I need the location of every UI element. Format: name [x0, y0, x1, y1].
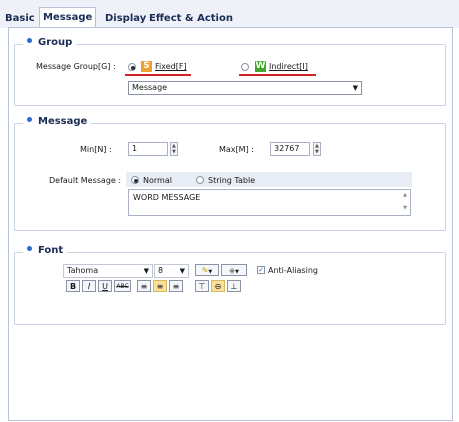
- align-center-button[interactable]: ≡: [153, 280, 167, 292]
- bullet-icon: [27, 38, 32, 43]
- scroll-up-icon[interactable]: ▲: [403, 192, 407, 198]
- underline-button[interactable]: U: [98, 280, 112, 292]
- italic-button[interactable]: I: [82, 280, 96, 292]
- bold-button[interactable]: B: [66, 280, 80, 292]
- message-group-label: Message Group[G] :: [36, 62, 116, 71]
- font-color-button[interactable]: ✎▼: [195, 264, 219, 276]
- min-label: Min[N] :: [80, 145, 112, 154]
- align-right-button[interactable]: ≡: [169, 280, 183, 292]
- chevron-down-icon: ▼: [352, 84, 358, 92]
- tab-basic[interactable]: Basic: [5, 9, 35, 28]
- align-left-icon: ≡: [140, 282, 148, 291]
- indirect-label[interactable]: Indirect[I]: [269, 62, 308, 71]
- fixed-highlight-line: [125, 74, 191, 76]
- min-spinner[interactable]: ▲ ▼: [170, 142, 178, 156]
- group-section: Group: [14, 37, 446, 106]
- max-input[interactable]: 32767: [270, 142, 310, 156]
- fixed-icon: S: [141, 61, 152, 72]
- spin-down-icon: ▼: [315, 149, 319, 155]
- valign-top-icon: ⊤: [198, 282, 206, 291]
- chevron-down-icon: ▼: [179, 267, 185, 275]
- message-title: Message: [23, 116, 92, 127]
- radio-normal[interactable]: [131, 176, 139, 184]
- default-message-label: Default Message :: [49, 176, 122, 185]
- radio-indirect[interactable]: [241, 63, 249, 71]
- radio-string-table[interactable]: [196, 176, 204, 184]
- chevron-down-icon: ▼: [143, 267, 149, 275]
- align-left-button[interactable]: ≡: [137, 280, 151, 292]
- strikethrough-button[interactable]: ABC: [114, 280, 131, 292]
- default-message-text: WORD MESSAGE: [133, 193, 201, 202]
- font-size-dropdown[interactable]: 8 ▼: [154, 264, 189, 278]
- max-label: Max[M] :: [219, 145, 254, 154]
- fixed-label[interactable]: Fixed[F]: [155, 62, 187, 71]
- anti-aliasing-label: Anti-Aliasing: [268, 266, 318, 275]
- valign-top-button[interactable]: ⊤: [195, 280, 209, 292]
- radio-fixed[interactable]: [128, 63, 136, 71]
- normal-label[interactable]: Normal: [143, 176, 172, 185]
- tab-effect-action[interactable]: Effect & Action: [149, 9, 233, 28]
- default-message-textarea[interactable]: WORD MESSAGE ▲ ▼: [128, 189, 411, 216]
- message-group-dropdown[interactable]: Message ▼: [128, 81, 362, 95]
- anti-aliasing-checkbox[interactable]: ✓: [257, 266, 265, 274]
- valign-bottom-icon: ⊥: [230, 282, 238, 291]
- align-center-icon: ≡: [156, 282, 164, 291]
- font-title: Font: [23, 245, 68, 256]
- fill-color-button[interactable]: ◈▼: [221, 264, 247, 276]
- bullet-icon: [27, 246, 32, 251]
- valign-middle-icon: ⊖: [214, 282, 222, 291]
- chevron-down-icon: ▼: [235, 269, 239, 275]
- bullet-icon: [27, 117, 32, 122]
- font-name-dropdown[interactable]: Tahoma ▼: [63, 264, 153, 278]
- align-right-icon: ≡: [172, 282, 180, 291]
- indirect-highlight-line: [239, 74, 316, 76]
- group-title: Group: [23, 37, 77, 48]
- string-table-label[interactable]: String Table: [208, 176, 255, 185]
- min-input[interactable]: 1: [128, 142, 168, 156]
- indirect-icon: W: [255, 61, 266, 72]
- tab-display[interactable]: Display: [105, 9, 146, 28]
- spin-down-icon: ▼: [172, 149, 176, 155]
- valign-bottom-button[interactable]: ⊥: [227, 280, 241, 292]
- tab-bar: Basic Message Display Effect & Action: [0, 0, 459, 28]
- valign-middle-button[interactable]: ⊖: [211, 280, 225, 292]
- tab-message[interactable]: Message: [39, 7, 97, 27]
- scroll-down-icon[interactable]: ▼: [403, 205, 407, 211]
- max-spinner[interactable]: ▲ ▼: [313, 142, 321, 156]
- chevron-down-icon: ▼: [208, 269, 213, 275]
